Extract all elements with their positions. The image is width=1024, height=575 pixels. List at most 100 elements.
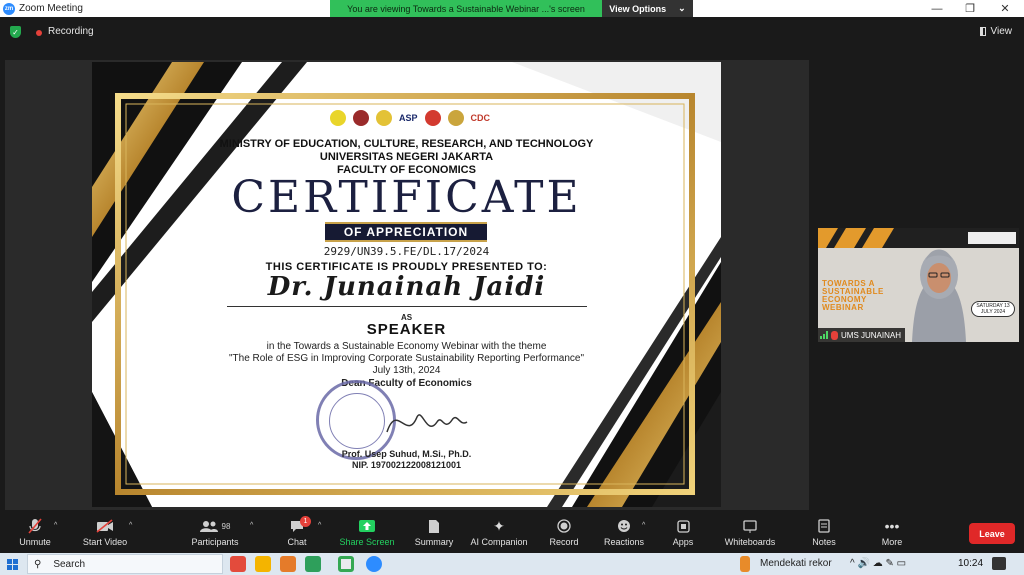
participants-button[interactable]: 98 Participants: [190, 515, 240, 551]
app-icon[interactable]: [230, 556, 246, 572]
certificate-content: ASP CDC MINISTRY OF EDUCATION, CULTURE, …: [92, 62, 721, 507]
summary-label: Summary: [414, 537, 454, 547]
ai-companion-label: AI Companion: [470, 537, 528, 547]
share-banner-message: You are viewing Towards a Sustainable We…: [330, 0, 602, 17]
university-logo-icon: [353, 110, 369, 126]
summary-icon: [428, 515, 440, 537]
recipient-name: Dr. Junainah Jaidi: [267, 272, 546, 302]
recording-dot-icon: [36, 30, 42, 36]
dean-signature: [386, 414, 468, 433]
unmute-label: Unmute: [19, 537, 51, 547]
unmute-button[interactable]: Unmute: [14, 515, 56, 551]
ministry-heading: MINISTRY OF EDUCATION, CULTURE, RESEARCH…: [219, 138, 594, 150]
audio-options-caret[interactable]: ^: [54, 522, 57, 529]
chat-label: Chat: [287, 537, 307, 547]
meeting-top-bar: ✓ Recording View: [0, 17, 1024, 57]
taskbar-search-box[interactable]: ⚲ Search: [27, 554, 223, 574]
name-underline: [227, 306, 587, 307]
security-shield-icon[interactable]: ✓: [10, 26, 21, 38]
sparkle-icon: ✦: [493, 517, 505, 534]
taskbar-clock[interactable]: 10:24: [958, 558, 983, 569]
university-logo-icon: [376, 110, 392, 126]
windows-logo-icon: [6, 558, 18, 570]
excel-icon[interactable]: [305, 556, 321, 572]
mic-muted-icon: [831, 330, 838, 340]
record-icon: [557, 515, 571, 537]
start-video-button[interactable]: Start Video: [80, 515, 130, 551]
participants-label: Participants: [191, 537, 239, 547]
system-tray-icons[interactable]: ^ 🔊 ☁ ✎ ▭: [850, 558, 906, 569]
view-layout-icon: [979, 27, 986, 36]
more-dots-icon: •••: [884, 518, 900, 534]
video-off-icon: [96, 515, 114, 537]
chrome-icon[interactable]: [338, 556, 354, 572]
search-label: Search: [53, 558, 86, 570]
apps-icon: [676, 515, 690, 537]
share-screen-label: Share Screen: [339, 537, 395, 547]
whiteboards-button[interactable]: Whiteboards: [722, 515, 778, 551]
view-button[interactable]: View: [979, 26, 1012, 37]
notes-button[interactable]: Notes: [810, 515, 838, 551]
zoom-meeting-window: zm Zoom Meeting You are viewing Towards …: [0, 0, 1024, 575]
close-button[interactable]: ✕: [988, 0, 1022, 17]
smiley-icon: [617, 515, 631, 537]
certificate: ASP CDC MINISTRY OF EDUCATION, CULTURE, …: [92, 62, 721, 507]
notifications-icon[interactable]: [992, 557, 1006, 570]
app-icon[interactable]: [280, 556, 296, 572]
university-logo-icon: [330, 110, 346, 126]
signal-strength-icon: [820, 331, 828, 339]
participant-video: [912, 249, 966, 342]
apps-label: Apps: [672, 537, 694, 547]
summary-button[interactable]: Summary: [412, 515, 456, 551]
zoom-logo-icon: zm: [3, 2, 15, 15]
dean-title: Dean Faculty of Economics: [341, 378, 472, 389]
chat-options-caret[interactable]: ^: [318, 522, 321, 529]
chevron-down-icon: ⌄: [678, 3, 686, 13]
university-heading: UNIVERSITAS NEGERI JAKARTA: [319, 151, 494, 163]
whiteboard-icon: [743, 515, 757, 537]
reactions-options-caret[interactable]: ^: [642, 522, 645, 529]
theme-line-2: "The Role of ESG in Improving Corporate …: [228, 353, 585, 364]
ai-companion-button[interactable]: ✦ AI Companion: [468, 515, 530, 551]
whiteboards-label: Whiteboards: [724, 537, 776, 547]
more-button[interactable]: ••• More: [877, 515, 907, 551]
leave-button[interactable]: Leave: [969, 523, 1015, 544]
share-screen-button[interactable]: Share Screen: [339, 515, 395, 551]
notes-label: Notes: [812, 537, 836, 547]
file-explorer-icon[interactable]: [255, 556, 271, 572]
participant-video-tile[interactable]: TOWARDS A SUSTAINABLE ECONOMY WEBINAR SA…: [818, 228, 1019, 342]
role-text: SPEAKER: [366, 321, 447, 338]
participants-options-caret[interactable]: ^: [250, 522, 253, 529]
share-banner: You are viewing Towards a Sustainable We…: [330, 0, 693, 17]
signer-nip: NIP. 197002122008121001: [352, 460, 461, 470]
more-label: More: [881, 537, 903, 547]
record-button[interactable]: Record: [546, 515, 582, 551]
zoom-taskbar-icon[interactable]: [366, 556, 382, 572]
windows-taskbar: ⚲ Search Mendekati rekor ^ 🔊 ☁ ✎ ▭ 10:24: [0, 553, 1024, 575]
asp-logo: ASP: [399, 113, 418, 123]
participant-name-tag: UMS JUNAINAH: [818, 328, 906, 342]
weather-text[interactable]: Mendekati rekor: [760, 558, 832, 569]
video-options-caret[interactable]: ^: [129, 522, 132, 529]
windows-start-button[interactable]: [0, 553, 24, 575]
view-options-button[interactable]: View Options ⌄: [602, 0, 693, 17]
event-date: July 13th, 2024: [372, 365, 441, 376]
webinar-banner-title: TOWARDS A SUSTAINABLE ECONOMY WEBINAR: [822, 279, 884, 312]
apps-button[interactable]: Apps: [670, 515, 696, 551]
reactions-button[interactable]: Reactions: [602, 515, 646, 551]
signer-name: Prof. Usep Suhud, M.Si., Ph.D.: [341, 449, 472, 459]
start-video-label: Start Video: [82, 537, 128, 547]
theme-line-1: in the Towards a Sustainable Economy Web…: [266, 341, 547, 352]
minimize-button[interactable]: —: [920, 0, 954, 17]
webinar-date-badge: SATURDAY 13 JULY 2024: [971, 301, 1015, 317]
share-screen-icon: [359, 515, 375, 537]
participant-name: UMS JUNAINAH: [841, 330, 902, 340]
participants-icon: 98: [199, 515, 231, 537]
organization-logo-icon: [424, 110, 441, 126]
recording-label: Recording: [48, 26, 94, 37]
certificate-title: CERTIFICATE: [231, 172, 582, 223]
restore-button[interactable]: ❐: [953, 0, 987, 17]
chat-button[interactable]: 1 Chat: [284, 515, 311, 551]
reactions-label: Reactions: [603, 537, 645, 547]
participants-count: 98: [221, 521, 231, 531]
